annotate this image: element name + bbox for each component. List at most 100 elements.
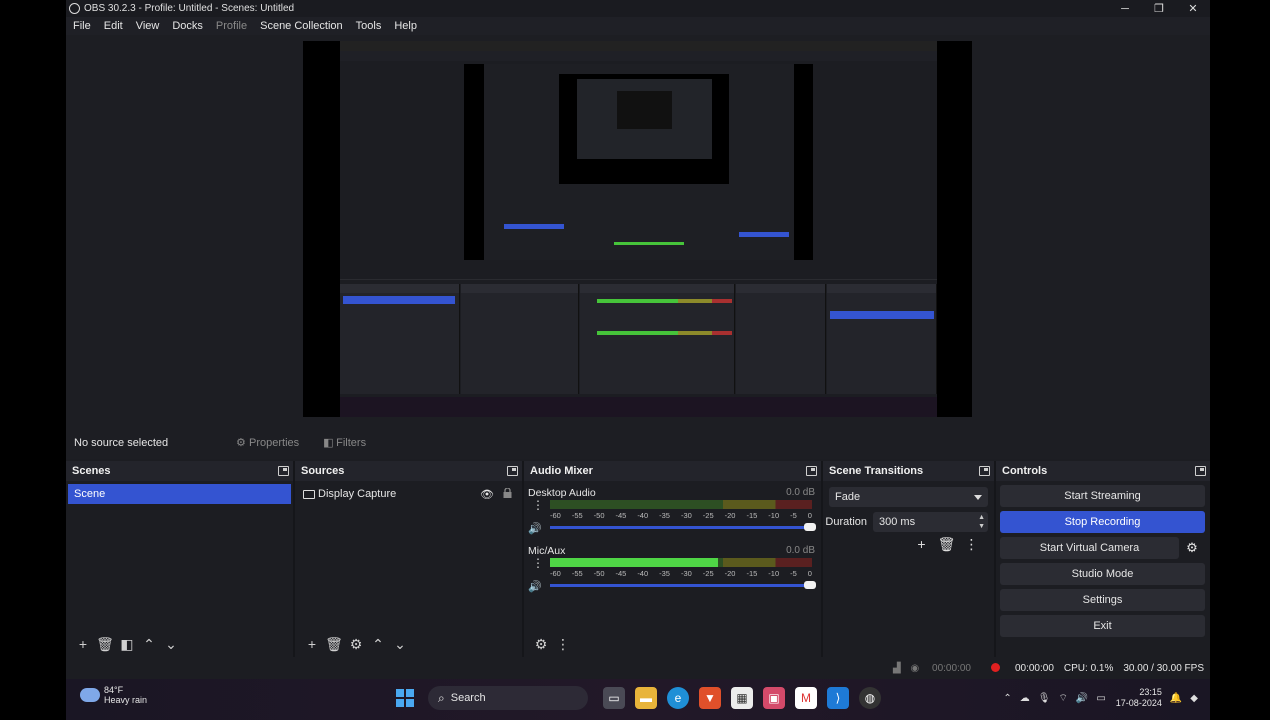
close-icon[interactable]: ✕ — [1176, 0, 1210, 17]
source-list-item[interactable]: Display Capture 👁 — [295, 484, 522, 504]
move-down-icon[interactable]: ⌄ — [389, 634, 411, 654]
chevron-up-icon[interactable]: ⌃ — [1003, 693, 1011, 704]
vscode-icon[interactable]: ⟩ — [827, 687, 849, 709]
transition-select[interactable]: Fade — [829, 487, 988, 507]
scenes-header: Scenes — [66, 461, 293, 481]
start-virtual-camera-button[interactable]: Start Virtual Camera — [1000, 537, 1179, 559]
menu-profile[interactable]: Profile — [216, 20, 247, 32]
advanced-audio-icon[interactable]: ⚙ — [530, 634, 552, 654]
slider-knob[interactable] — [804, 581, 816, 589]
remove-transition-icon[interactable]: 🗑 — [934, 536, 959, 553]
transitions-title: Scene Transitions — [829, 465, 924, 477]
menu-file[interactable]: File — [73, 20, 91, 32]
remove-source-icon[interactable]: 🗑 — [323, 634, 345, 654]
start-streaming-button[interactable]: Start Streaming — [1000, 485, 1205, 507]
volume-slider[interactable] — [550, 523, 816, 531]
undock-icon[interactable] — [278, 466, 289, 476]
edge-icon[interactable]: e — [667, 687, 689, 709]
undock-icon[interactable] — [1195, 466, 1206, 476]
remove-scene-icon[interactable]: 🗑 — [94, 634, 116, 654]
slider-knob[interactable] — [804, 523, 816, 531]
lock-icon[interactable] — [503, 488, 512, 498]
mixer-toolbar: ⚙ ⋮ — [524, 631, 821, 657]
gmail-icon[interactable]: M — [795, 687, 817, 709]
window-controls: ─ ❐ ✕ — [1108, 0, 1210, 17]
undock-icon[interactable] — [507, 466, 518, 476]
windows-start-icon[interactable] — [396, 689, 414, 707]
menu-tools[interactable]: Tools — [356, 20, 382, 32]
scene-transitions-dock: Scene Transitions Fade Duration 300 ms ▲… — [823, 461, 996, 657]
scene-filters-icon[interactable]: ◧ — [116, 634, 138, 654]
meter-tick-label: -40 — [637, 511, 649, 520]
source-properties-icon[interactable]: ⚙ — [345, 634, 367, 654]
speaker-icon[interactable]: 🔊 — [528, 522, 542, 535]
scene-list-item[interactable]: Scene — [68, 484, 291, 504]
volume-meter — [550, 500, 812, 509]
add-scene-icon[interactable]: + — [72, 634, 94, 654]
undock-icon[interactable] — [806, 466, 817, 476]
kebab-icon[interactable]: ⋮ — [532, 557, 544, 569]
nested-scene-highlight — [504, 224, 564, 229]
menu-docks[interactable]: Docks — [172, 20, 203, 32]
minimize-icon[interactable]: ─ — [1108, 0, 1142, 17]
settings-button[interactable]: Settings — [1000, 589, 1205, 611]
copilot-icon[interactable]: ◆ — [1190, 693, 1198, 704]
file-explorer-icon[interactable]: ▬ — [635, 687, 657, 709]
menu-scene-collection[interactable]: Scene Collection — [260, 20, 343, 32]
audio-mixer-title: Audio Mixer — [530, 465, 593, 477]
taskbar-clock[interactable]: 23:15 17-08-2024 — [1116, 687, 1162, 709]
nested-mic-meter — [597, 331, 732, 335]
menu-view[interactable]: View — [136, 20, 160, 32]
taskbar-search[interactable]: ⌕ Search — [428, 686, 588, 710]
wifi-icon[interactable]: ⌔ — [1058, 692, 1067, 705]
spinner-icon[interactable]: ▲ ▼ — [978, 513, 985, 531]
stream-status: ◉ 00:00:00 — [910, 662, 971, 674]
meter-tick-label: -5 — [790, 569, 797, 578]
exit-button[interactable]: Exit — [1000, 615, 1205, 637]
brave-icon[interactable]: ▼ — [699, 687, 721, 709]
kebab-icon[interactable]: ⋮ — [532, 499, 544, 511]
move-down-icon[interactable]: ⌄ — [160, 634, 182, 654]
obs-app-icon — [69, 3, 80, 14]
add-transition-icon[interactable]: + — [909, 536, 934, 553]
clock-time: 23:15 — [1139, 687, 1162, 697]
sources-toolbar: + 🗑 ⚙ ⌃ ⌄ — [295, 631, 522, 657]
task-view-icon[interactable]: ▭ — [603, 687, 625, 709]
menu-help[interactable]: Help — [394, 20, 417, 32]
kebab-icon[interactable]: ⋮ — [959, 536, 984, 553]
duration-input[interactable]: 300 ms ▲ ▼ — [873, 512, 988, 532]
eye-icon[interactable]: 👁 — [480, 488, 494, 501]
obs-taskbar-icon[interactable]: ◍ — [859, 687, 881, 709]
nested-inner3 — [577, 79, 712, 159]
preview-canvas[interactable] — [303, 41, 972, 417]
weather-widget[interactable]: 84°F Heavy rain — [80, 685, 147, 705]
properties-button[interactable]: ⚙ Properties — [236, 437, 299, 449]
speaker-icon[interactable]: 🔊 — [528, 580, 542, 593]
stop-recording-button[interactable]: Stop Recording — [1000, 511, 1205, 533]
microphone-icon[interactable]: 🎙 — [1038, 693, 1051, 704]
volume-icon[interactable]: 🔊 — [1076, 693, 1088, 704]
kebab-icon[interactable]: ⋮ — [552, 634, 574, 654]
nested-title-bar — [340, 41, 937, 51]
volume-slider[interactable] — [550, 581, 816, 589]
nested-desktop-meter — [597, 299, 732, 303]
network-icon[interactable]: ☁ — [1020, 693, 1030, 704]
channel-db: 0.0 dB — [786, 487, 815, 498]
maximize-icon[interactable]: ❐ — [1142, 0, 1176, 17]
duration-row: Duration 300 ms ▲ ▼ — [823, 512, 988, 532]
menu-edit[interactable]: Edit — [104, 20, 123, 32]
notification-bell-icon[interactable]: 🔔 — [1170, 693, 1182, 704]
gear-icon[interactable]: ⚙ — [1179, 537, 1205, 559]
studio-mode-button[interactable]: Studio Mode — [1000, 563, 1205, 585]
move-up-icon[interactable]: ⌃ — [367, 634, 389, 654]
photos-icon[interactable]: ▣ — [763, 687, 785, 709]
store-icon[interactable]: ▦ — [731, 687, 753, 709]
meter-tick-label: -60 — [550, 569, 561, 578]
filters-button[interactable]: ◧ Filters — [323, 437, 366, 449]
battery-icon[interactable]: ▭ — [1096, 693, 1105, 704]
undock-icon[interactable] — [979, 466, 990, 476]
move-up-icon[interactable]: ⌃ — [138, 634, 160, 654]
windows-taskbar: 84°F Heavy rain ⌕ Search ▭ ▬ e ▼ ▦ ▣ M ⟩… — [66, 679, 1210, 720]
add-source-icon[interactable]: + — [301, 634, 323, 654]
meter-tick-label: -15 — [746, 511, 758, 520]
